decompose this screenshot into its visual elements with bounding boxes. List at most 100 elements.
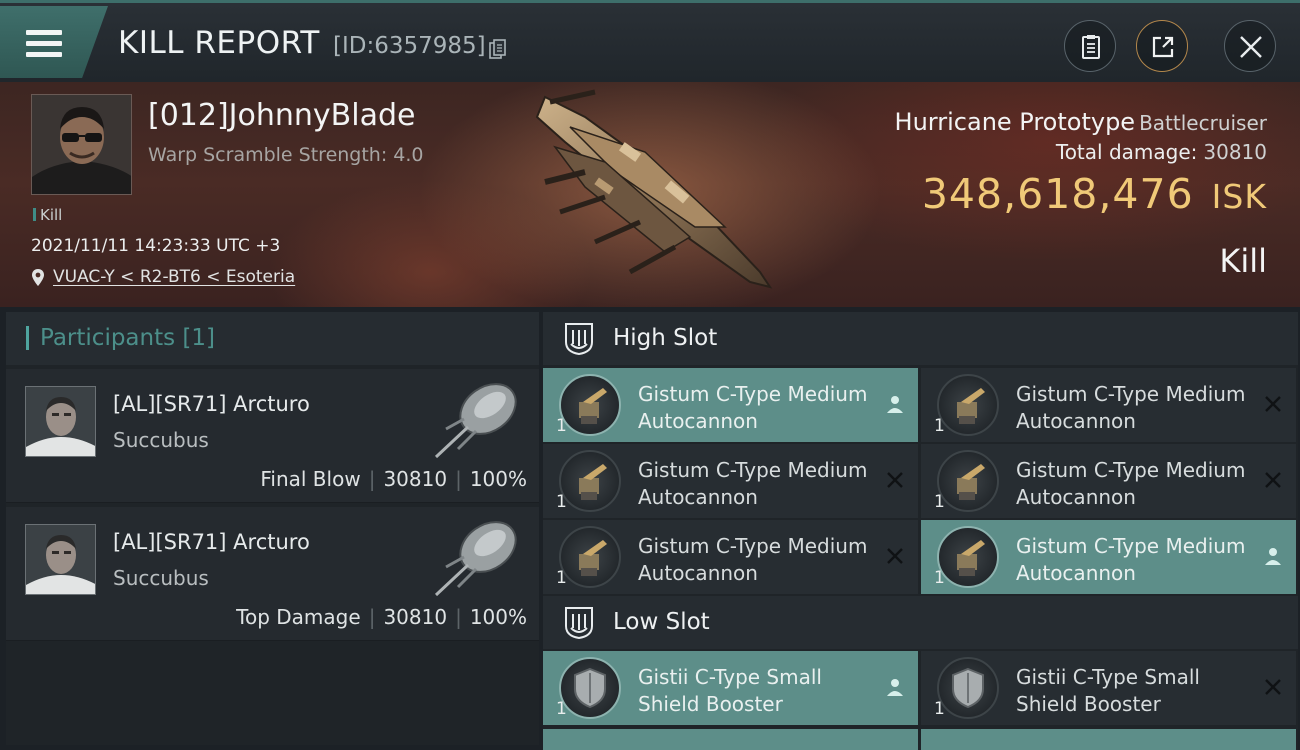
- share-icon: [1152, 36, 1174, 58]
- person-icon: [887, 679, 903, 696]
- autocannon-icon: [559, 450, 621, 512]
- share-button[interactable]: [1136, 20, 1188, 72]
- notes-button[interactable]: [1064, 20, 1116, 72]
- kill-timestamp: 2021/11/11 14:23:33 UTC +3: [31, 236, 281, 256]
- succubus-ship-icon: [434, 383, 517, 459]
- module-name: Gistii C-Type Small Shield Booster: [1016, 665, 1200, 716]
- kill-tag: Kill: [33, 206, 62, 224]
- module-name: Gistum C-Type Medium Autocannon: [638, 382, 868, 433]
- module-name: Gistum C-Type Medium Autocannon: [1016, 458, 1246, 509]
- module-slot[interactable]: 1 Gistii C-Type Small Shield Booster: [921, 651, 1296, 725]
- module-slot[interactable]: 1 Gistum C-Type Medium Autocannon: [543, 444, 918, 518]
- total-damage-label: Total damage:: [1055, 140, 1198, 164]
- destroyed-x-icon: [1265, 472, 1281, 488]
- high-slot-header: High Slot: [543, 312, 1298, 365]
- kill-result: Kill: [1219, 242, 1267, 280]
- title-bar: KILL REPORT [ID:6357985]: [0, 0, 1300, 82]
- participant-role: Top Damage: [236, 605, 361, 629]
- module-quantity: 1: [934, 699, 945, 719]
- participants-panel: Participants [1] [AL][SR71] Arcturo Succ…: [6, 312, 539, 745]
- high-slot-label: High Slot: [613, 325, 718, 351]
- participant-avatar: [25, 524, 96, 595]
- module-quantity: 1: [556, 699, 567, 719]
- autocannon-icon: [937, 526, 999, 588]
- menu-button[interactable]: [0, 6, 108, 78]
- participant-stats: Final Blow | 30810 | 100%: [260, 467, 527, 491]
- isk-unit: ISK: [1211, 177, 1267, 216]
- participant-name[interactable]: [AL][SR71] Arcturo: [113, 530, 310, 554]
- destroyed-x-icon: [1265, 396, 1281, 412]
- module-name: Gistum C-Type Medium Autocannon: [638, 458, 868, 509]
- autocannon-icon: [559, 526, 621, 588]
- autocannon-icon: [559, 374, 621, 436]
- module-slot[interactable]: 1 Gistum C-Type Medium Autocannon: [921, 520, 1296, 594]
- participant-name[interactable]: [AL][SR71] Arcturo: [113, 392, 310, 416]
- participant-ship: Succubus: [113, 566, 209, 590]
- ship-render: [535, 89, 773, 289]
- high-slot-icon: [565, 323, 593, 356]
- module-name: Gistum C-Type Medium Autocannon: [1016, 534, 1246, 585]
- participant-percent: 100%: [469, 605, 527, 629]
- participant-damage: 30810: [383, 467, 448, 491]
- module-quantity: 1: [556, 416, 567, 436]
- autocannon-icon: [937, 450, 999, 512]
- copy-icon[interactable]: [489, 39, 506, 59]
- module-slot[interactable]: 1 Gistum C-Type Medium Autocannon: [543, 520, 918, 594]
- participant-role: Final Blow: [260, 467, 361, 491]
- participant-percent: 100%: [469, 467, 527, 491]
- participant-row[interactable]: [AL][SR71] Arcturo Succubus Final Blow | 3…: [6, 369, 539, 503]
- module-slot[interactable]: 1 Gistum C-Type Medium Autocannon: [543, 368, 918, 442]
- module-name: Gistum C-Type Medium Autocannon: [1016, 382, 1246, 433]
- hamburger-icon: [26, 30, 62, 58]
- low-slot-header: Low Slot: [543, 596, 1298, 649]
- ship-name[interactable]: Hurricane Prototype: [895, 108, 1136, 136]
- module-slot[interactable]: 1 Gistum C-Type Medium Autocannon: [921, 444, 1296, 518]
- report-id: [ID:6357985]: [333, 33, 486, 59]
- succubus-ship-icon: [434, 521, 517, 597]
- clipboard-icon: [1082, 35, 1100, 59]
- participants-header[interactable]: Participants [1]: [6, 312, 539, 365]
- module-slot[interactable]: 1 Gistum C-Type Medium Autocannon: [921, 368, 1296, 442]
- participant-row[interactable]: [AL][SR71] Arcturo Succubus Top Damage | 3…: [6, 507, 539, 641]
- module-quantity: 1: [934, 416, 945, 436]
- participant-ship: Succubus: [113, 428, 209, 452]
- ship-name-line: Hurricane Prototype Battlecruiser: [895, 108, 1267, 136]
- fitting-panel: High Slot 1 Gistum C-Type Medium Autocan…: [543, 312, 1298, 750]
- shield-booster-icon: [559, 657, 621, 719]
- module-slot[interactable]: [921, 729, 1296, 750]
- kill-summary-banner: [012]JohnnyBlade Warp Scramble Strength:…: [0, 82, 1300, 307]
- module-quantity: 1: [934, 568, 945, 588]
- total-damage: Total damage: 30810: [1056, 140, 1267, 164]
- shield-booster-icon: [937, 657, 999, 719]
- low-slot-icon: [565, 607, 593, 640]
- participant-avatar: [25, 386, 96, 457]
- total-damage-value: 30810: [1203, 140, 1267, 164]
- module-name: Gistii C-Type Small Shield Booster: [638, 665, 822, 716]
- close-icon: [1240, 36, 1262, 58]
- participant-damage: 30810: [383, 605, 448, 629]
- person-icon: [887, 396, 903, 413]
- isk-value-line: 348,618,476 ISK: [922, 170, 1267, 218]
- module-quantity: 1: [556, 492, 567, 512]
- victim-portrait[interactable]: [31, 94, 132, 195]
- ship-class: Battlecruiser: [1139, 111, 1267, 135]
- participants-label: Participants [1]: [40, 325, 216, 351]
- autocannon-icon: [937, 374, 999, 436]
- person-icon: [1265, 548, 1281, 565]
- close-button[interactable]: [1224, 20, 1276, 72]
- module-name: Gistum C-Type Medium Autocannon: [638, 534, 868, 585]
- destroyed-x-icon: [887, 472, 903, 488]
- module-quantity: 1: [934, 492, 945, 512]
- location-pin-icon: [32, 269, 44, 286]
- destroyed-x-icon: [1265, 679, 1281, 695]
- page-title: KILL REPORT: [118, 25, 320, 61]
- warp-scramble-strength: Warp Scramble Strength: 4.0: [148, 144, 424, 166]
- participant-stats: Top Damage | 30810 | 100%: [236, 605, 527, 629]
- victim-name[interactable]: [012]JohnnyBlade: [148, 98, 415, 133]
- low-slot-label: Low Slot: [613, 609, 710, 635]
- module-quantity: 1: [556, 568, 567, 588]
- destroyed-x-icon: [887, 548, 903, 564]
- module-slot[interactable]: [543, 729, 918, 750]
- location-link[interactable]: VUAC-Y < R2-BT6 < Esoteria: [53, 267, 295, 287]
- module-slot[interactable]: 1 Gistii C-Type Small Shield Booster: [543, 651, 918, 725]
